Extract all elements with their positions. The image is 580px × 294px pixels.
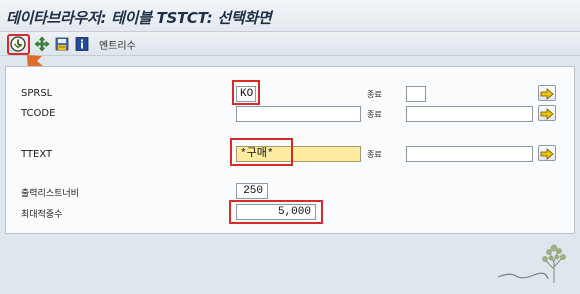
ttext-label: TTEXT bbox=[21, 149, 53, 160]
ttext-to-field[interactable] bbox=[406, 146, 533, 162]
sprsl-to-label: 종료 bbox=[367, 90, 382, 99]
entries-count-button[interactable]: 엔트리수 bbox=[99, 37, 136, 52]
ttext-to-label: 종료 bbox=[367, 150, 382, 159]
execute-highlight-box bbox=[7, 34, 30, 55]
info-icon[interactable] bbox=[74, 36, 90, 52]
output-width-field[interactable]: 250 bbox=[236, 183, 268, 199]
window-title: 데이타브라우저: 테이블 TSTCT: 선택화면 bbox=[6, 9, 272, 27]
sprsl-highlight-box bbox=[232, 80, 260, 105]
max-hits-highlight-box bbox=[229, 200, 323, 224]
ttext-multiselect-button[interactable] bbox=[538, 145, 556, 161]
title-bar: 데이타브라우저: 테이블 TSTCT: 선택화면 bbox=[0, 0, 580, 32]
output-width-label: 출력리스트너비 bbox=[21, 189, 79, 199]
sprsl-to-field[interactable] bbox=[406, 86, 426, 102]
multiselect-arrow-icon bbox=[540, 108, 554, 120]
sprsl-multiselect-button[interactable] bbox=[538, 85, 556, 101]
watermark-logo bbox=[497, 244, 566, 283]
save-variant-icon[interactable] bbox=[54, 36, 70, 52]
application-toolbar: 엔트리수 bbox=[0, 32, 580, 56]
tcode-label: TCODE bbox=[21, 108, 56, 119]
field-selection-icon[interactable] bbox=[34, 36, 50, 52]
multiselect-arrow-icon bbox=[540, 148, 554, 160]
tcode-to-label: 종료 bbox=[367, 110, 382, 119]
max-hits-label: 최대적중수 bbox=[21, 210, 63, 220]
tcode-from-field[interactable] bbox=[236, 106, 361, 122]
multiselect-arrow-icon bbox=[540, 88, 554, 100]
ttext-highlight-box bbox=[230, 138, 293, 166]
tcode-to-field[interactable] bbox=[406, 106, 533, 122]
tcode-multiselect-button[interactable] bbox=[538, 105, 556, 121]
sprsl-label: SPRSL bbox=[21, 88, 53, 99]
